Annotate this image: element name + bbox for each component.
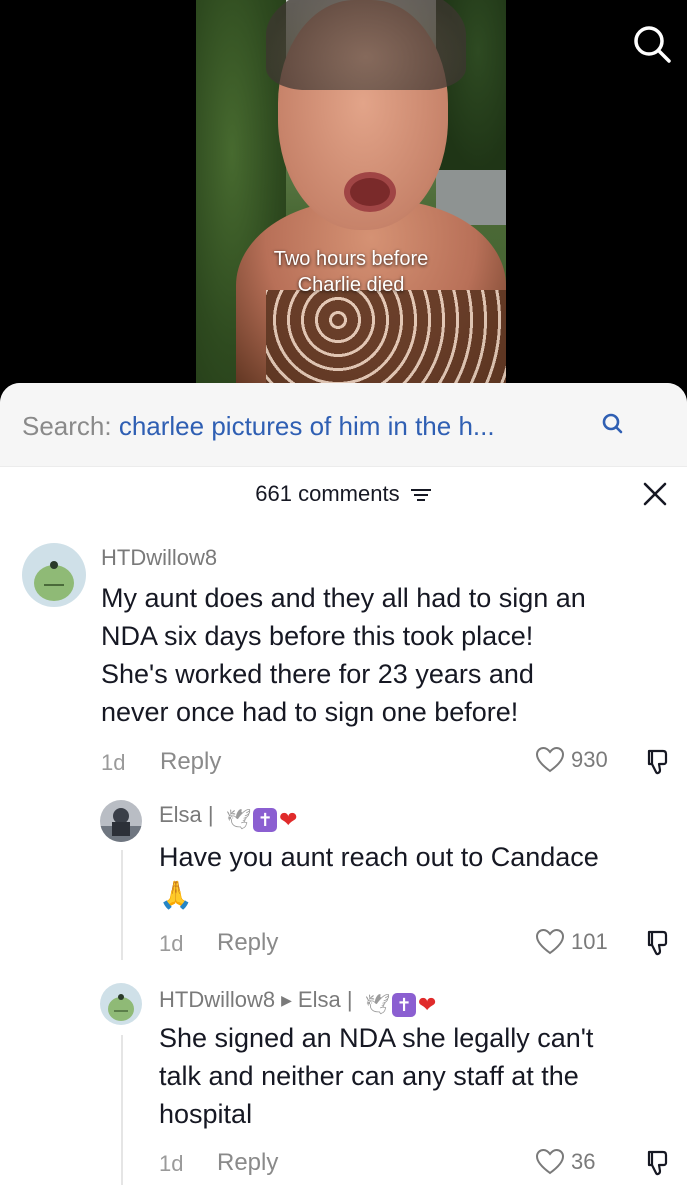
comment-text-line: 🙏 (159, 880, 193, 910)
like-count: 36 (571, 1149, 596, 1174)
username-emojis: 🕊 ✝ ❤ (364, 991, 437, 1018)
avatar[interactable] (100, 800, 142, 842)
search-small-icon[interactable] (600, 411, 626, 437)
comment-time: 1d (101, 750, 126, 775)
comment-username[interactable]: HTDwillow8 (101, 545, 217, 571)
thread-line (121, 1035, 123, 1185)
dislike-icon[interactable] (640, 926, 674, 960)
video-caption-line2: Charlie died (297, 274, 405, 296)
comment-text-line: Have you aunt reach out to Candace (159, 842, 599, 872)
comments-count-label: 661 comments (255, 481, 400, 506)
like-count: 930 (571, 747, 608, 772)
dislike-icon[interactable] (640, 1146, 674, 1180)
search-suggestion-bar[interactable]: Search: charlee pictures of him in the h… (0, 383, 687, 467)
heart-emoji: ❤ (279, 806, 298, 832)
comment-text-line: NDA six days before this took place! (101, 621, 534, 651)
dove-emoji: 🕊 (225, 809, 252, 831)
comment-text: My aunt does and they all had to sign an… (101, 579, 681, 731)
like-count: 101 (571, 929, 608, 954)
comment-text-line: My aunt does and they all had to sign an (101, 583, 586, 613)
comments-header: 661 comments (0, 475, 687, 515)
video-caption-line1: Two hours before (273, 248, 429, 270)
video-player[interactable]: Two hours before Charlie died (0, 0, 687, 400)
person-dress (266, 290, 506, 384)
dislike-icon[interactable] (640, 745, 674, 779)
heart-emoji: ❤ (418, 991, 437, 1017)
person-mouth (344, 172, 396, 212)
comment-reply-item: Elsa | 🕊 ✝ ❤ Have you aunt reach out to … (0, 788, 687, 968)
comment-text-line: talk and neither can any staff at the (159, 1061, 579, 1091)
reply-to-username[interactable]: Elsa | (298, 987, 353, 1012)
comment-username[interactable]: Elsa | 🕊 ✝ ❤ (159, 802, 298, 833)
comment-text-line: She's worked there for 23 years and (101, 659, 534, 689)
username-text: Elsa | (159, 802, 214, 827)
comment-time: 1d (159, 1151, 184, 1176)
search-label: Search: (22, 411, 119, 441)
heart-icon (535, 928, 565, 955)
video-caption: Two hours before Charlie died (196, 246, 506, 298)
reply-button[interactable]: Reply (160, 748, 221, 776)
heart-icon (535, 1148, 565, 1175)
comment-text-line: never once had to sign one before! (101, 697, 519, 727)
avatar[interactable] (22, 543, 86, 607)
comment-text-line: She signed an NDA she legally can't (159, 1023, 594, 1053)
like-button[interactable]: 36 (535, 1148, 595, 1176)
username-text: HTDwillow8 (159, 987, 276, 1012)
comment-username[interactable]: HTDwillow8 ▶ Elsa | 🕊 ✝ ❤ (159, 987, 436, 1018)
comment-text: She signed an NDA she legally can't talk… (159, 1019, 679, 1133)
username-emojis: 🕊 ✝ ❤ (226, 807, 298, 833)
comment-item: HTDwillow8 My aunt does and they all had… (0, 533, 687, 776)
dove-emoji: 🕊 (364, 994, 391, 1016)
filter-icon[interactable] (410, 487, 432, 503)
comments-sheet: Search: charlee pictures of him in the h… (0, 383, 687, 1200)
comments-count[interactable]: 661 comments (0, 481, 687, 507)
like-button[interactable]: 930 (535, 746, 608, 774)
reply-arrow-icon: ▶ (281, 992, 292, 1008)
heart-icon (535, 746, 565, 773)
reply-button[interactable]: Reply (217, 1149, 278, 1177)
avatar[interactable] (100, 983, 142, 1025)
comment-reply-item: HTDwillow8 ▶ Elsa | 🕊 ✝ ❤ She signed an ND… (0, 973, 687, 1200)
search-query[interactable]: charlee pictures of him in the h... (119, 411, 495, 441)
search-suggestion-text[interactable]: Search: charlee pictures of him in the h… (22, 411, 495, 442)
search-icon[interactable] (630, 22, 674, 66)
person-hair (266, 0, 466, 90)
reply-button[interactable]: Reply (217, 929, 278, 957)
close-icon[interactable] (640, 479, 670, 509)
cross-emoji: ✝ (392, 992, 417, 1017)
comment-time: 1d (159, 931, 184, 956)
video-frame[interactable]: Two hours before Charlie died (196, 0, 506, 384)
comment-text-line: hospital (159, 1099, 253, 1129)
like-button[interactable]: 101 (535, 928, 608, 956)
thread-line (121, 850, 123, 960)
cross-emoji: ✝ (253, 807, 278, 832)
comment-text: Have you aunt reach out to Candace 🙏 (159, 838, 679, 914)
